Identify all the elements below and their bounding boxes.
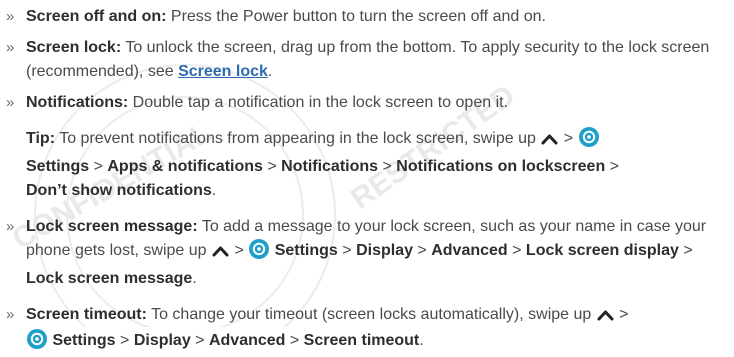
bullet-icon: »: [6, 8, 15, 25]
path-advanced: Advanced: [208, 332, 286, 349]
sep: >: [190, 332, 209, 349]
path-lock-screen-display: Lock screen display: [525, 242, 679, 259]
list-item-screen-timeout: » Screen timeout: To change your timeout…: [6, 303, 732, 357]
path-notifications-lockscreen: Notifications on lockscreen: [396, 158, 606, 175]
path-lock-screen-message: Lock screen message: [26, 270, 193, 287]
path-notifications: Notifications: [281, 158, 379, 175]
tip-text: To prevent notifications from appearing …: [55, 130, 541, 147]
list-item-notifications: » Notifications: Double tap a notificati…: [6, 91, 732, 115]
list-item-lock-screen-message: » Lock screen message: To add a message …: [6, 215, 732, 291]
tip-block: Tip: To prevent notifications from appea…: [6, 127, 732, 203]
item-label: Screen lock:: [26, 39, 122, 56]
bullet-icon: »: [6, 218, 15, 235]
chevron-up-icon: [212, 241, 229, 265]
path-advanced: Advanced: [431, 242, 508, 259]
settings-gear-icon: [27, 329, 47, 357]
settings-gear-icon: [249, 239, 270, 267]
chevron-up-icon: [541, 129, 558, 153]
item-end: .: [211, 182, 217, 199]
document-body: » Screen off and on: Press the Power but…: [6, 5, 732, 357]
path-display: Display: [356, 242, 413, 259]
path-settings: Settings: [52, 332, 116, 349]
sep: >: [378, 158, 397, 175]
bullet-icon: »: [6, 39, 15, 56]
sep: >: [285, 332, 304, 349]
item-text: To change your timeout (screen locks aut…: [146, 306, 596, 323]
item-label: Lock screen message:: [26, 218, 198, 235]
bullet-icon: »: [6, 94, 15, 111]
item-end: .: [419, 332, 424, 349]
path-settings: Settings: [274, 242, 338, 259]
item-label: Notifications:: [26, 94, 129, 111]
path-screen-timeout: Screen timeout: [303, 332, 420, 349]
path-display: Display: [133, 332, 191, 349]
item-label: Screen timeout:: [26, 306, 147, 323]
sep: >: [337, 242, 357, 259]
sep: >: [678, 242, 693, 259]
sep: >: [412, 242, 432, 259]
item-text: To unlock the screen, drag up from the b…: [26, 39, 710, 80]
chevron-up-icon: [597, 305, 614, 329]
tip-label: Tip:: [26, 130, 56, 147]
sep: >: [89, 158, 108, 175]
bullet-icon: »: [6, 306, 15, 323]
sep: >: [115, 332, 134, 349]
item-end: .: [192, 270, 197, 287]
sep: >: [605, 158, 620, 175]
path-dont-show: Don’t show notifications: [26, 182, 212, 199]
list-item-screen-lock: » Screen lock: To unlock the screen, dra…: [6, 36, 732, 84]
item-end: .: [267, 63, 273, 80]
sep: >: [507, 242, 526, 259]
list-item-screen-off-on: » Screen off and on: Press the Power but…: [6, 5, 732, 29]
path-settings: Settings: [26, 158, 90, 175]
item-text: Double tap a notification in the lock sc…: [128, 94, 509, 111]
sep: >: [262, 158, 282, 175]
sep: >: [559, 130, 578, 147]
path-apps: Apps & notifications: [107, 158, 263, 175]
sep: >: [614, 306, 629, 323]
sep: >: [230, 242, 249, 259]
item-text: Press the Power button to turn the scree…: [166, 8, 546, 25]
item-label: Screen off and on:: [26, 8, 167, 25]
screen-lock-link[interactable]: Screen lock: [178, 63, 268, 80]
settings-gear-icon: [578, 127, 599, 155]
